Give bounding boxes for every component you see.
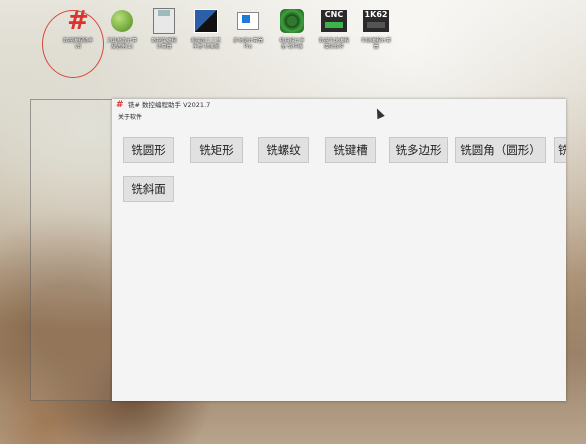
- gear-icon: [280, 9, 304, 33]
- mill-polygon-button[interactable]: 铣多边形: [389, 137, 448, 163]
- desktop-icon-cnc-sim[interactable]: CNC 数控车床编程 模拟软件: [312, 6, 356, 50]
- menu-bar: 关于软件: [112, 113, 566, 123]
- tile-text: 1K62: [364, 10, 388, 19]
- app-hash-icon: #: [116, 100, 124, 110]
- desktop-icon-calculator-pro[interactable]: 多功能计算器 Pro: [226, 6, 270, 50]
- desktop-icon-label: 数控车床编程 模拟软件: [318, 38, 349, 50]
- mill-keyway-button[interactable]: 铣键槽: [325, 137, 376, 163]
- cube-icon: [194, 9, 218, 33]
- desktop-icon-label: 数控车编程 计算器: [151, 38, 177, 50]
- desktop-icon-label: 刀具参数计算 及选用(1): [106, 38, 137, 50]
- mill-rectangle-button[interactable]: 铣矩形: [190, 137, 243, 163]
- mill-fillet-button[interactable]: 铣圆角（圆形）: [455, 137, 546, 163]
- desktop-icon-label: 多功能计算器 Pro: [232, 38, 263, 50]
- selection-circle: [42, 10, 104, 78]
- app-window: # 铣# 数控编程助手 V2021.7 关于软件 铣圆形 铣矩形 铣螺纹 铣键槽…: [112, 99, 566, 401]
- desktop-icon-1k62[interactable]: 1K62 车削编程计算 器: [354, 6, 398, 50]
- desktop-icon-tool-params[interactable]: 刀具参数计算 及选用(1): [100, 6, 144, 50]
- desktop-icon-label: 车削编程计算 器: [360, 38, 391, 50]
- mill-chamfer-button[interactable]: 铣倒角: [554, 137, 566, 163]
- tile-text: CNC: [324, 10, 344, 19]
- desktop-icon-label: 机械加工工艺 手册 标准版: [190, 38, 221, 50]
- desktop-icon-label: 机械设计手 册 软件版: [279, 38, 305, 50]
- apple-icon: [111, 10, 133, 32]
- title-bar[interactable]: # 铣# 数控编程助手 V2021.7: [112, 99, 566, 113]
- mill-circle-button[interactable]: 铣圆形: [123, 137, 174, 163]
- desktop-icon-process-manual[interactable]: 机械加工工艺 手册 标准版: [184, 6, 228, 50]
- desktop-icon-lathe-calc[interactable]: 数控车编程 计算器: [142, 6, 186, 50]
- calculator-icon: [153, 8, 175, 34]
- mill-bevel-button[interactable]: 铣斜面: [123, 176, 174, 202]
- menu-about[interactable]: 关于软件: [118, 113, 142, 122]
- window-title: 铣# 数控编程助手 V2021.7: [128, 101, 211, 109]
- desktop-icon-design-manual[interactable]: 机械设计手 册 软件版: [270, 6, 314, 50]
- mill-thread-button[interactable]: 铣螺纹: [258, 137, 309, 163]
- 1k62-tile-icon: 1K62: [363, 10, 389, 32]
- cnc-tile-icon: CNC: [321, 10, 347, 32]
- window-icon: [237, 12, 259, 30]
